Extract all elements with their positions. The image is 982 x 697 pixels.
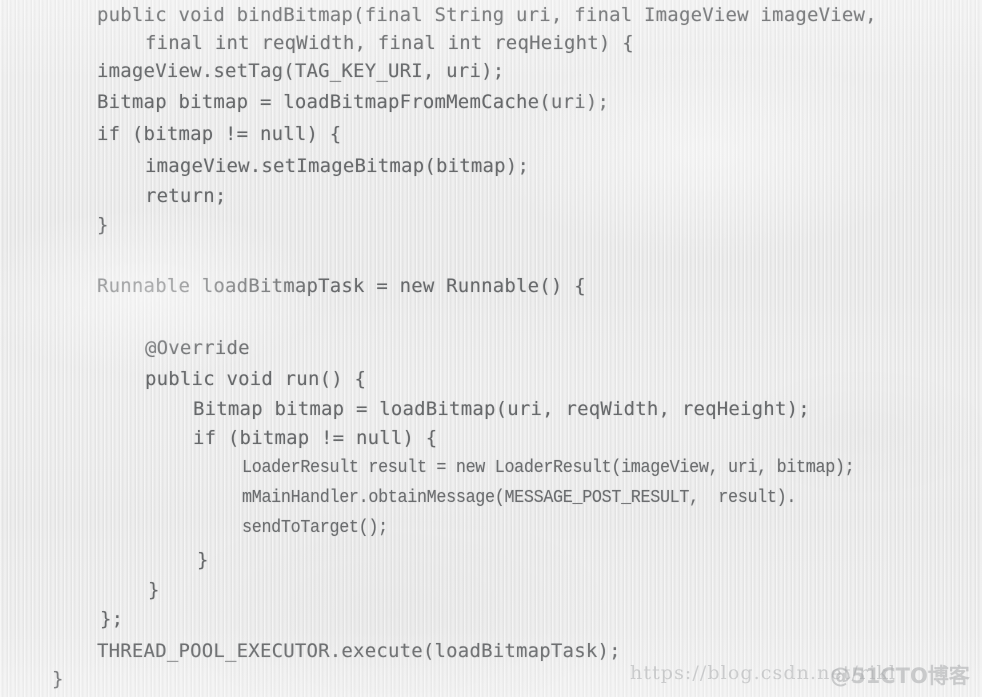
code-line: final int reqWidth, final int reqHeight)…	[145, 32, 634, 54]
code-line: }	[52, 668, 64, 690]
code-line: if (bitmap != null) {	[97, 123, 342, 145]
code-line: LoaderResult result = new LoaderResult(i…	[242, 458, 855, 478]
code-line: };	[100, 608, 124, 630]
code-line: public void bindBitmap(final String uri,…	[97, 4, 877, 26]
code-line: Bitmap bitmap = loadBitmap(uri, reqWidth…	[193, 398, 810, 420]
code-line: }	[197, 549, 209, 571]
code-block: public void bindBitmap(final String uri,…	[0, 0, 982, 697]
code-line: return;	[145, 185, 227, 207]
code-line: THREAD_POOL_EXECUTOR.execute(loadBitmapT…	[97, 640, 621, 662]
code-line: imageView.setTag(TAG_KEY_URI, uri);	[97, 60, 505, 82]
code-line: }	[97, 214, 109, 236]
code-line: Runnable loadBitmapTask = new Runnable()…	[97, 275, 586, 297]
code-line: public void run() {	[145, 368, 367, 390]
code-line: mMainHandler.obtainMessage(MESSAGE_POST_…	[242, 488, 797, 508]
code-screenshot-canvas: public void bindBitmap(final String uri,…	[0, 0, 982, 697]
code-line: @Override	[145, 337, 250, 359]
code-line: }	[148, 579, 160, 601]
code-line: imageView.setImageBitmap(bitmap);	[145, 155, 530, 177]
code-line: sendToTarget();	[242, 518, 388, 538]
code-line: if (bitmap != null) {	[193, 427, 438, 449]
code-line: Bitmap bitmap = loadBitmapFromMemCache(u…	[97, 91, 610, 113]
